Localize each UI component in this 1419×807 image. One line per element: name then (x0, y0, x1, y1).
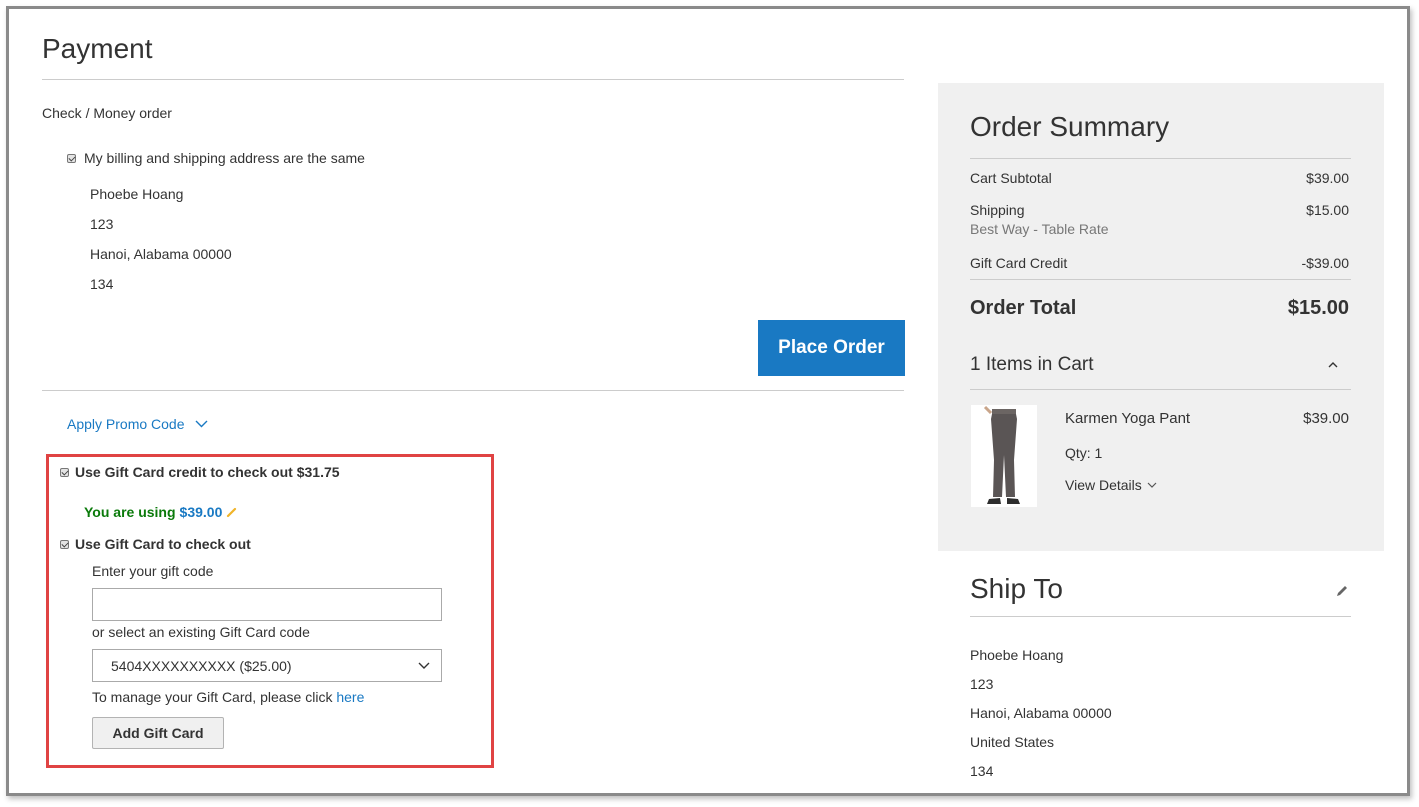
cart-subtotal-label: Cart Subtotal (970, 170, 1052, 186)
chevron-down-icon (195, 420, 208, 428)
use-giftcard-checkbox[interactable] (60, 539, 69, 549)
same-address-label: My billing and shipping address are the … (84, 150, 365, 166)
same-address-row[interactable]: My billing and shipping address are the … (67, 150, 365, 166)
edit-icon[interactable] (1334, 583, 1350, 599)
using-credit-amount: $39.00 (179, 504, 223, 520)
view-details-label: View Details (1065, 477, 1142, 493)
cart-subtotal-value: $39.00 (1306, 170, 1349, 186)
use-giftcard-row[interactable]: Use Gift Card to check out (60, 536, 251, 552)
gift-credit-label: Gift Card Credit (970, 255, 1068, 271)
place-order-button[interactable]: Place Order (758, 320, 905, 376)
ship-to-title: Ship To (970, 573, 1063, 604)
chevron-up-icon[interactable] (1327, 361, 1339, 369)
gift-code-input[interactable] (92, 588, 442, 621)
promo-divider (42, 390, 904, 391)
item-name[interactable]: Karmen Yoga Pant (1065, 410, 1190, 427)
item-qty: Qty: 1 (1065, 445, 1103, 461)
gift-code-select-value: 5404XXXXXXXXXX ($25.00) (111, 657, 292, 674)
use-giftcard-label: Use Gift Card to check out (75, 536, 251, 552)
order-summary-title: Order Summary (970, 111, 1170, 142)
billing-address: Phoebe Hoang 123 Hanoi, Alabama 00000 13… (90, 179, 232, 299)
pencil-icon[interactable] (226, 507, 237, 518)
ship-city: Hanoi, Alabama 00000 (970, 705, 1112, 721)
total-divider (970, 279, 1351, 280)
gift-credit-value: -$39.00 (1301, 255, 1349, 271)
summary-title-divider (970, 158, 1351, 159)
apply-promo-toggle[interactable]: Apply Promo Code (67, 416, 208, 432)
promo-label: Apply Promo Code (67, 416, 185, 432)
chevron-down-icon (1147, 482, 1157, 488)
enter-code-label: Enter your gift code (92, 563, 214, 579)
checkout-frame: Payment Check / Money order My billing a… (6, 6, 1410, 796)
billing-street: 123 (90, 216, 114, 232)
gift-code-select[interactable]: 5404XXXXXXXXXX ($25.00) (92, 649, 442, 682)
ship-country: United States (970, 734, 1055, 750)
using-credit-prefix: You are using (84, 504, 176, 520)
ship-phone: 134 (970, 763, 994, 779)
shipping-value: $15.00 (1306, 202, 1349, 218)
using-credit-row: You are using $39.00 (84, 504, 237, 520)
items-divider (970, 389, 1351, 390)
shipping-method: Best Way - Table Rate (970, 221, 1109, 237)
payment-divider (42, 79, 904, 80)
order-total-label: Order Total (970, 297, 1077, 319)
select-code-label: or select an existing Gift Card code (92, 624, 310, 640)
item-price: $39.00 (1303, 410, 1349, 427)
ship-street: 123 (970, 676, 994, 692)
ship-to-divider (970, 616, 1351, 617)
billing-phone: 134 (90, 276, 114, 292)
add-gift-card-button[interactable]: Add Gift Card (92, 717, 224, 749)
chevron-down-icon (418, 662, 430, 669)
same-address-checkbox[interactable] (67, 153, 76, 163)
view-details-toggle[interactable]: View Details (1065, 477, 1157, 493)
payment-method-label: Check / Money order (42, 105, 172, 121)
ship-to-address: Phoebe Hoang 123 Hanoi, Alabama 00000 Un… (970, 641, 1112, 786)
order-total-value: $15.00 (1287, 297, 1349, 319)
manage-prefix: To manage your Gift Card, please click (92, 689, 333, 705)
giftcard-credit-checkbox[interactable] (60, 467, 69, 477)
giftcard-credit-label: Use Gift Card credit to check out $31.75 (75, 464, 340, 480)
giftcard-credit-row[interactable]: Use Gift Card credit to check out $31.75 (60, 464, 340, 480)
items-in-cart-toggle[interactable]: 1 Items in Cart (970, 354, 1094, 376)
product-image (971, 405, 1037, 507)
billing-name: Phoebe Hoang (90, 186, 184, 202)
shipping-label: Shipping (970, 202, 1025, 218)
manage-here-link[interactable]: here (336, 689, 364, 705)
manage-giftcard-text: To manage your Gift Card, please click h… (92, 689, 364, 705)
payment-title: Payment (42, 33, 153, 64)
ship-name: Phoebe Hoang (970, 647, 1064, 663)
billing-city: Hanoi, Alabama 00000 (90, 246, 232, 262)
